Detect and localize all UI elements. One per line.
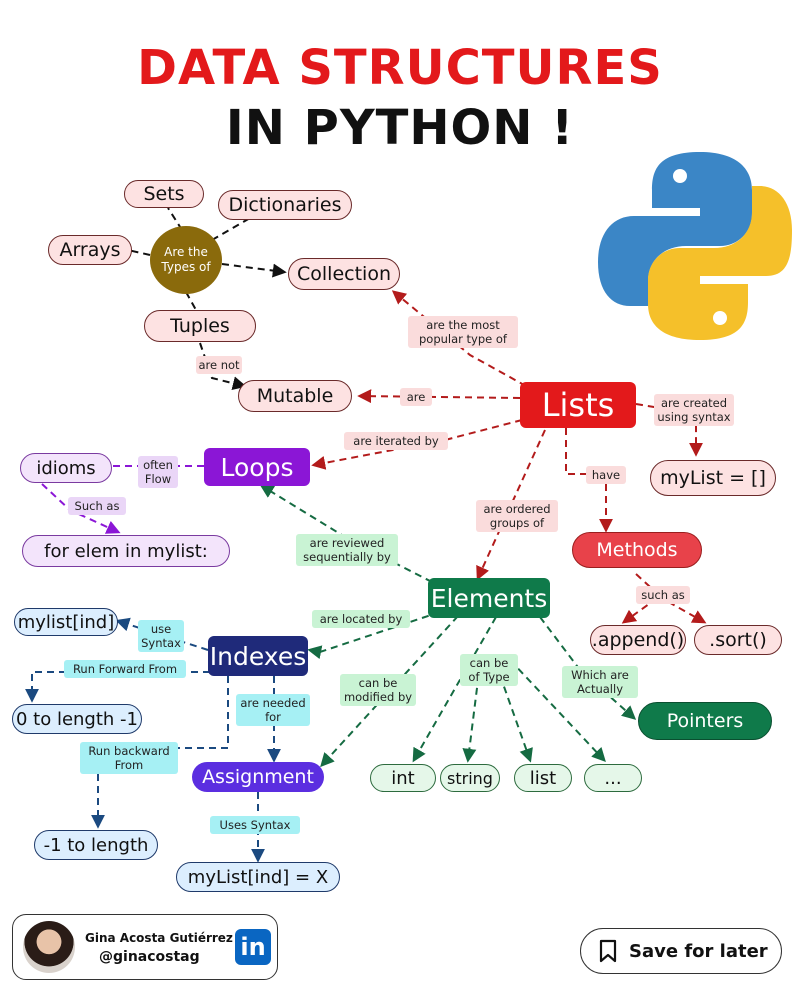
- arrays-node: Arrays: [48, 235, 132, 265]
- loops-node: Loops: [204, 448, 310, 486]
- string-node: string: [440, 764, 500, 792]
- label-reviewed-sequentially: are reviewed sequentially by: [296, 534, 398, 566]
- python-logo-icon: [598, 152, 792, 340]
- collection-node: Collection: [288, 258, 400, 290]
- label-are: are: [400, 388, 432, 406]
- pointers-node: Pointers: [638, 702, 772, 740]
- save-for-later-button[interactable]: Save for later: [580, 928, 782, 974]
- author-name: Gina Acosta Gutiérrez: [85, 931, 233, 945]
- append-node: .append(): [590, 625, 686, 655]
- assignment-node: Assignment: [192, 762, 324, 792]
- label-modified-by: can be modified by: [340, 674, 416, 706]
- bookmark-icon: [599, 939, 617, 963]
- ellipsis-node: ...: [584, 764, 642, 792]
- zero-to-length-node: 0 to length -1: [12, 704, 142, 734]
- for-elem-node: for elem in mylist:: [22, 535, 230, 567]
- label-have: have: [586, 466, 626, 484]
- mylist-ind-node: mylist[ind]: [14, 608, 118, 636]
- elements-node: Elements: [428, 578, 550, 618]
- label-of-type: can be of Type: [460, 654, 518, 686]
- label-often-flow: often Flow: [138, 456, 178, 488]
- label-ordered-groups: are ordered groups of: [476, 500, 558, 532]
- label-run-backward: Run backward From: [80, 742, 178, 774]
- avatar: [23, 921, 75, 973]
- lists-node: Lists: [520, 382, 636, 428]
- types-hub-node: Are the Types of: [150, 226, 222, 294]
- label-iterated-by: are iterated by: [344, 432, 448, 450]
- label-are-not: are not: [196, 356, 242, 374]
- dictionaries-node: Dictionaries: [218, 190, 352, 220]
- label-located-by: are located by: [312, 610, 410, 628]
- label-such-as-methods: such as: [636, 586, 690, 604]
- label-uses-syntax: Uses Syntax: [210, 816, 300, 834]
- label-created-using: are created using syntax: [654, 394, 734, 426]
- label-run-forward: Run Forward From: [64, 660, 186, 678]
- save-for-later-label: Save for later: [629, 940, 768, 962]
- indexes-node: Indexes: [208, 636, 308, 676]
- label-most-popular: are the most popular type of: [408, 316, 518, 348]
- label-use-syntax: use Syntax: [138, 620, 184, 652]
- label-needed-for: are needed for: [236, 694, 310, 726]
- author-card[interactable]: Gina Acosta Gutiérrez @ginacostag in: [12, 914, 278, 980]
- neg-one-to-length-node: -1 to length: [34, 830, 158, 860]
- methods-node: Methods: [572, 532, 702, 568]
- mylist-assign-node: myList[ind] = X: [176, 862, 340, 892]
- mylist-init-node: myList = []: [650, 460, 776, 496]
- sets-node: Sets: [124, 180, 204, 208]
- label-actually: Which are Actually: [562, 666, 638, 698]
- linkedin-icon[interactable]: in: [235, 929, 271, 965]
- idioms-node: idioms: [20, 453, 112, 483]
- list-node: list: [514, 764, 572, 792]
- tuples-node: Tuples: [144, 310, 256, 342]
- sort-node: .sort(): [694, 625, 782, 655]
- label-such-as-loops: Such as: [68, 497, 126, 515]
- author-handle: @ginacostag: [99, 949, 200, 965]
- mutable-node: Mutable: [238, 380, 352, 412]
- int-node: int: [370, 764, 436, 792]
